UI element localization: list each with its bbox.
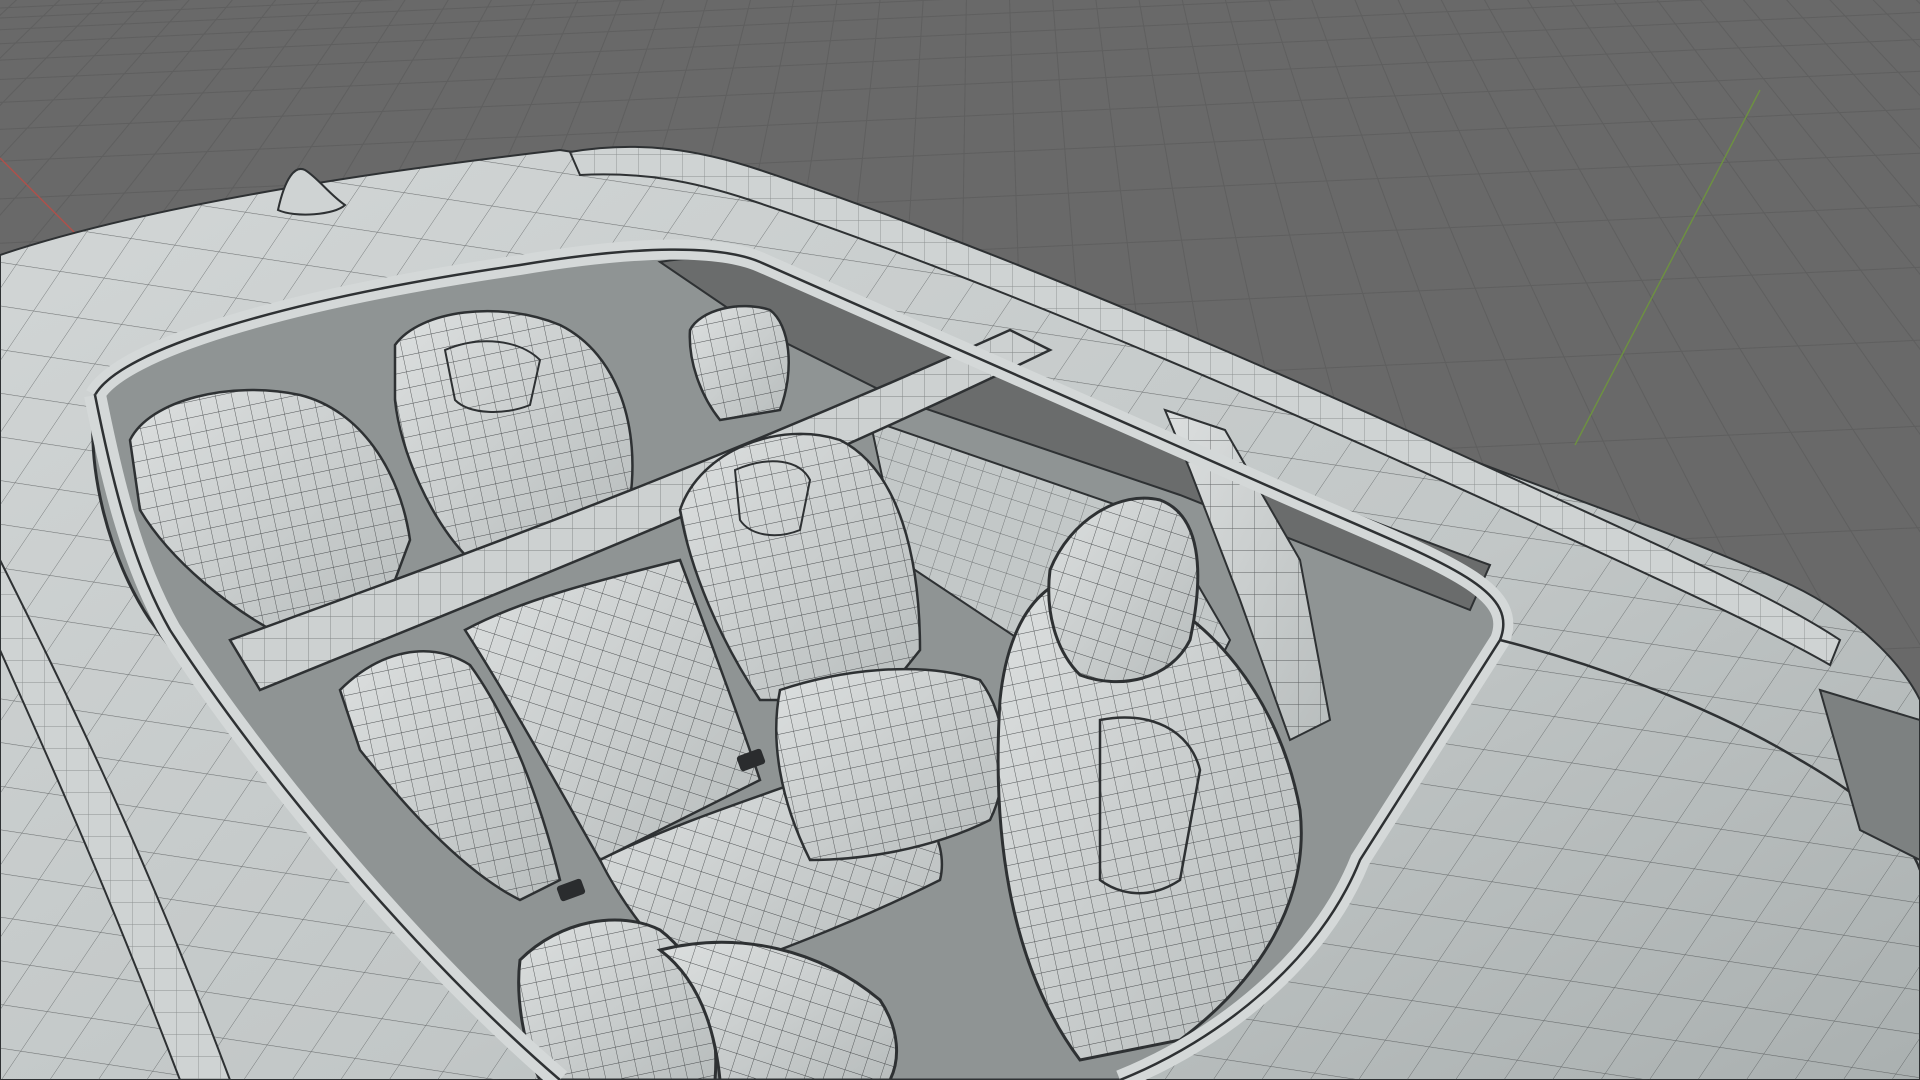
viewport-canvas[interactable]: [0, 0, 1920, 1080]
y-axis-line: [1574, 89, 1761, 446]
car-model[interactable]: [0, 145, 1920, 1080]
grid-line: [0, 0, 1708, 81]
grid-line: [0, 0, 944, 45]
3d-viewport[interactable]: [0, 0, 1920, 1080]
grid-line: [0, 11, 1920, 103]
